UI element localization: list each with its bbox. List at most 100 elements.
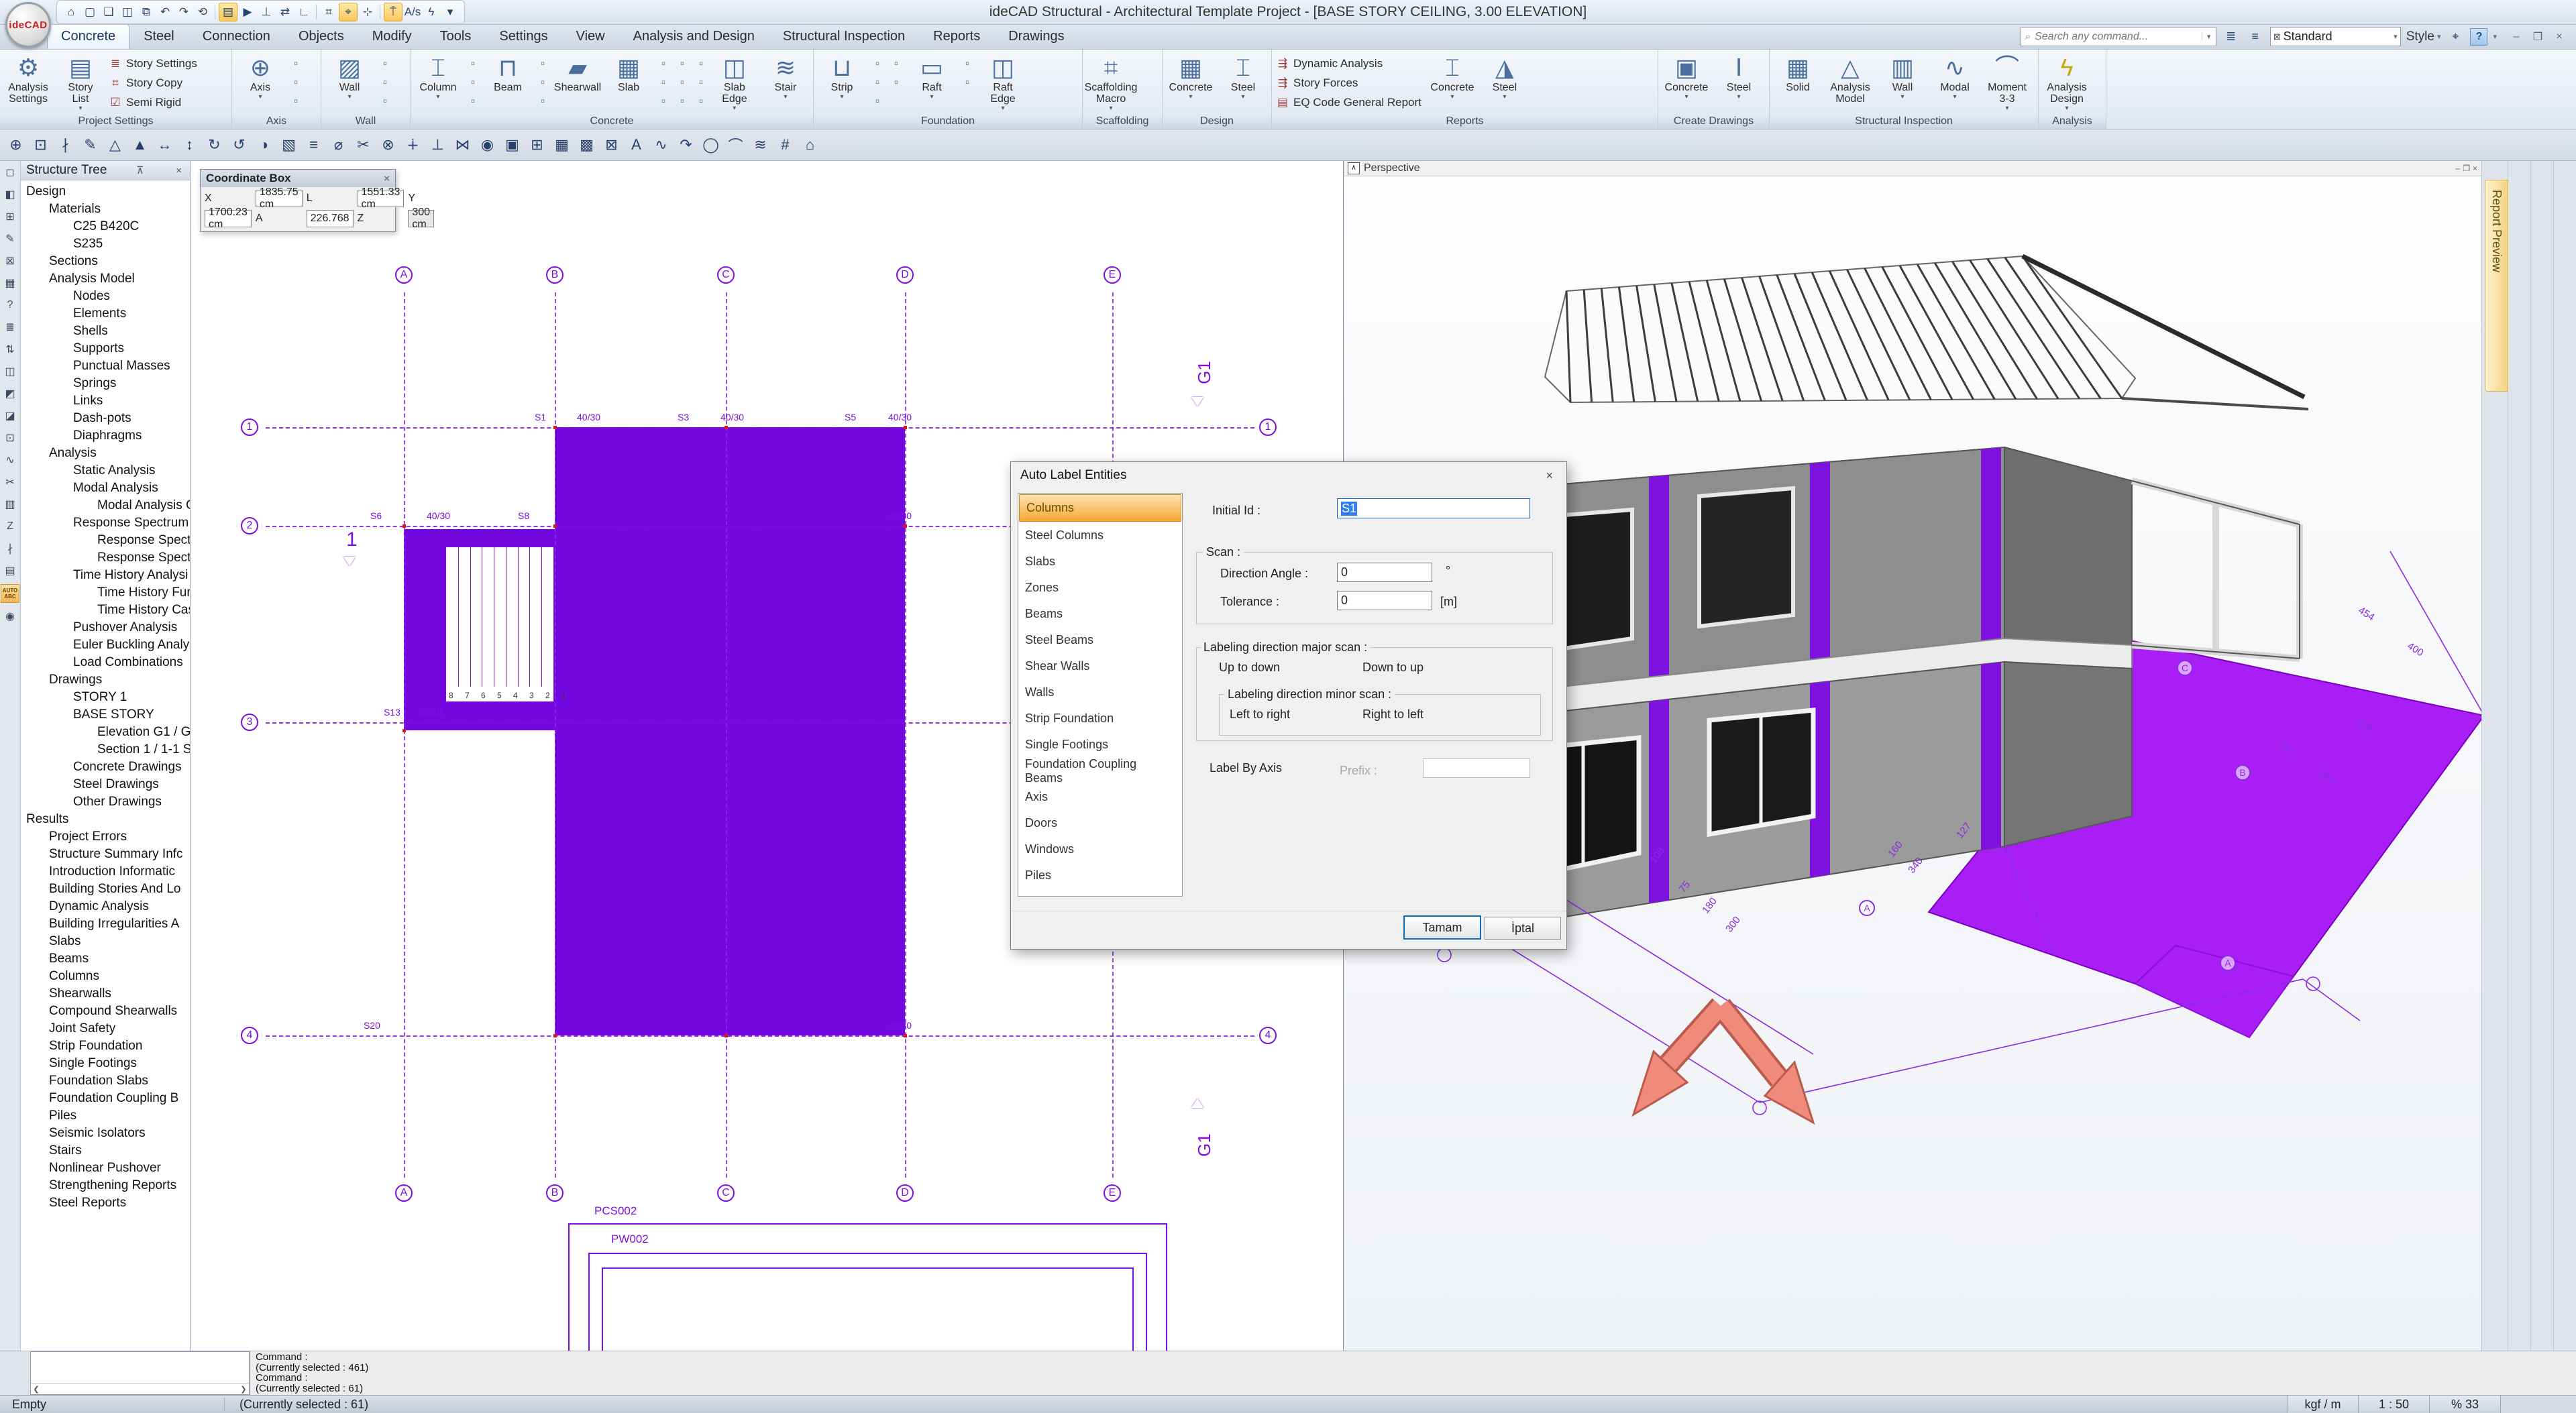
ribbon-item[interactable]: ⇶ Dynamic Analysis ⇶ Story Forces ▤ EQ C… xyxy=(1275,52,1426,111)
ribbon-mini-icon[interactable]: ▫ xyxy=(287,93,305,110)
ribbon-mini-icon[interactable]: ▫ xyxy=(869,74,886,91)
combo-dropdown-icon[interactable]: ▾ xyxy=(2394,32,2398,41)
tree-item[interactable]: Steel Reports xyxy=(21,1194,190,1212)
ribbon-mini-icon[interactable]: ▫ xyxy=(655,93,672,110)
tree-item[interactable]: Elevation G1 / G1 E xyxy=(21,724,190,741)
tree-item[interactable]: Time History Cases xyxy=(21,602,190,619)
layer-list-icon[interactable]: ≣ xyxy=(2222,28,2241,46)
ribbon-item[interactable]: ⊓ Beam xyxy=(483,52,533,93)
ribbon-item[interactable]: ▤ Story List ▾ xyxy=(55,52,106,112)
ribbon-item[interactable]: ▰ Shearwall xyxy=(553,52,602,93)
ribbon-tab[interactable]: Tools xyxy=(426,24,486,49)
window-control-button[interactable]: ❐ xyxy=(2528,29,2548,45)
drawing-tool-icon[interactable]: ↺ xyxy=(227,133,251,157)
quick-access-icon[interactable]: ▢ xyxy=(81,3,99,21)
command-input-panel[interactable]: ❮ ❯ xyxy=(30,1351,250,1395)
ribbon-mini-icon[interactable]: ▫ xyxy=(888,55,905,72)
viewport-control-button[interactable]: × xyxy=(2473,164,2477,173)
find-icon[interactable]: ⌖ xyxy=(2446,28,2465,46)
left-tool-icon[interactable]: Z xyxy=(1,518,19,535)
help-dropdown-icon[interactable]: ▾ xyxy=(2493,32,2497,41)
entity-type-item[interactable]: Single Footings xyxy=(1018,732,1182,758)
tree-item[interactable]: Concrete Drawings xyxy=(21,758,190,776)
ribbon-item[interactable]: Ⅰ Steel ▾ xyxy=(1713,52,1764,101)
ribbon-mini-icon[interactable]: ▫ xyxy=(959,74,976,91)
layer-style-combo[interactable]: ⊠ Standard ▾ xyxy=(2270,27,2401,46)
tree-item[interactable]: Nonlinear Pushover xyxy=(21,1160,190,1177)
ribbon-item[interactable]: ▫▫▫ xyxy=(869,52,886,110)
tree-item[interactable]: Time History Analysi xyxy=(21,567,190,584)
cancel-button[interactable]: İptal xyxy=(1485,917,1561,940)
ribbon-mini-icon[interactable]: ▫ xyxy=(464,55,482,72)
drawing-tool-icon[interactable]: ≡ xyxy=(302,133,325,157)
ribbon-item[interactable]: ⌒ Moment 3-3 ▾ xyxy=(1982,52,2033,112)
drawing-tool-icon[interactable]: ⊕ xyxy=(4,133,28,157)
tree-item[interactable]: Shells xyxy=(21,323,190,340)
ribbon-mini-icon[interactable]: ▫ xyxy=(674,55,691,72)
quick-access-icon[interactable]: ⊹ xyxy=(359,3,376,21)
ribbon-item[interactable]: ▫▫▫▫▫▫▫▫▫ xyxy=(655,52,708,110)
quick-access-icon[interactable]: ⌗ xyxy=(320,3,337,21)
tree-item[interactable]: Single Footings xyxy=(21,1055,190,1072)
ribbon-mini-icon[interactable]: ▫ xyxy=(376,74,394,91)
ribbon-item[interactable]: ▭ Raft ▾ xyxy=(906,52,957,101)
ribbon-stack-item[interactable]: ≣ Story Settings xyxy=(109,55,197,72)
ribbon-tab[interactable]: Objects xyxy=(284,24,358,49)
ribbon-stack-item[interactable]: ☑ Semi Rigid xyxy=(109,94,197,111)
tree-item[interactable]: Modal Analysis xyxy=(21,479,190,497)
prefix-input[interactable] xyxy=(1423,758,1530,778)
ribbon-item[interactable]: ▦ Concrete ▾ xyxy=(1165,52,1216,101)
a-input[interactable]: 226.768 xyxy=(307,210,354,227)
drawing-tool-icon[interactable]: ≋ xyxy=(749,133,772,157)
ribbon-mini-icon[interactable]: ▫ xyxy=(655,55,672,72)
tree-item[interactable]: Dash-pots xyxy=(21,410,190,427)
ribbon-item[interactable]: ▫▫ xyxy=(888,52,905,91)
viewport-menu-icon[interactable]: ∧ xyxy=(1348,162,1360,174)
ribbon-item[interactable]: ▫▫▫ xyxy=(534,52,551,110)
quick-access-icon[interactable]: ⌂ xyxy=(62,3,80,21)
l-input[interactable]: 1551.33 cm xyxy=(358,190,405,207)
ribbon-mini-icon[interactable]: ▫ xyxy=(534,55,551,72)
scroll-right-icon[interactable]: ❯ xyxy=(238,1385,249,1394)
tree-item[interactable]: Dynamic Analysis xyxy=(21,898,190,915)
left-tool-icon[interactable]: ▦ xyxy=(1,274,19,292)
quick-access-icon[interactable]: ◫ xyxy=(119,3,136,21)
search-dropdown-icon[interactable]: ▾ xyxy=(2202,32,2216,41)
drawing-tool-icon[interactable]: ⊞ xyxy=(525,133,549,157)
drawing-tool-icon[interactable]: ∿ xyxy=(649,133,673,157)
scroll-left-icon[interactable]: ❮ xyxy=(31,1385,42,1394)
quick-access-icon[interactable]: ❏ xyxy=(100,3,117,21)
major-scan-radio[interactable]: Up to down xyxy=(1219,661,1280,675)
ribbon-stack-item[interactable]: ⌗ Story Copy xyxy=(109,74,197,92)
ribbon-tab[interactable]: Reports xyxy=(919,24,994,49)
tree-item[interactable]: Steel Drawings xyxy=(21,776,190,793)
tree-item[interactable]: Slabs xyxy=(21,933,190,950)
drawing-tool-icon[interactable]: ▧ xyxy=(277,133,301,157)
initial-id-input[interactable]: S1 xyxy=(1337,498,1530,518)
tree-item[interactable]: Seismic Isolators xyxy=(21,1125,190,1142)
quick-access-icon[interactable]: ⇄ xyxy=(276,3,294,21)
tree-item[interactable]: Introduction Informatic xyxy=(21,863,190,881)
tree-item[interactable]: Project Errors xyxy=(21,828,190,846)
ribbon-tab[interactable]: Modify xyxy=(358,24,426,49)
command-search[interactable]: ⌕ ▾ xyxy=(2021,27,2216,46)
drawing-tool-icon[interactable]: ⌀ xyxy=(327,133,350,157)
quick-access-icon[interactable]: ⧉ xyxy=(138,3,155,21)
quick-access-icon[interactable]: ↶ xyxy=(156,3,174,21)
y-input[interactable]: 1700.23 cm xyxy=(205,210,252,227)
drawing-tool-icon[interactable]: ⌂ xyxy=(798,133,822,157)
drawing-tool-icon[interactable]: ◉ xyxy=(476,133,499,157)
ribbon-item[interactable]: ◮ Steel ▾ xyxy=(1479,52,1530,101)
quick-access-icon[interactable]: ↷ xyxy=(175,3,193,21)
left-tool-icon[interactable]: ⊡ xyxy=(1,429,19,447)
ribbon-item[interactable]: ▦ Solid xyxy=(1772,52,1823,93)
minor-scan-radio[interactable]: Left to right xyxy=(1230,708,1290,722)
ribbon-item[interactable]: ⚙ Analysis Settings xyxy=(3,52,54,105)
quick-access-icon[interactable]: ⍑ xyxy=(384,3,402,21)
viewport-control-button[interactable]: – xyxy=(2456,164,2461,173)
tolerance-input[interactable]: 0 xyxy=(1337,591,1432,610)
tree-item[interactable]: Building Stories And Lo xyxy=(21,881,190,898)
window-control-button[interactable]: × xyxy=(2549,29,2569,45)
ribbon-mini-icon[interactable]: ▫ xyxy=(534,93,551,110)
z-input[interactable]: 300 cm xyxy=(408,210,434,227)
